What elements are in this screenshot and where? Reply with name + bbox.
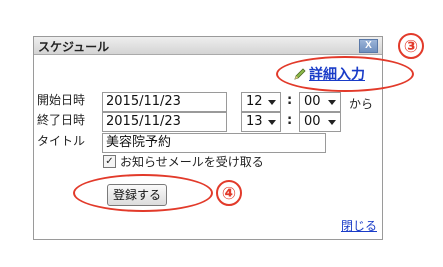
title-input[interactable]: 美容院予約 [102, 133, 326, 153]
start-hour-select[interactable]: 12 [241, 92, 281, 112]
time-separator: : [287, 93, 293, 108]
time-separator: : [287, 113, 293, 128]
notify-label: お知らせメールを受け取る [120, 155, 264, 169]
annotation-ellipse-register [73, 174, 213, 212]
close-link[interactable]: 閉じる [341, 217, 377, 234]
dialog-titlebar: スケジュール X [34, 37, 382, 55]
notify-checkbox[interactable]: ✓ [103, 155, 116, 168]
end-hour-select[interactable]: 13 [241, 112, 281, 132]
start-date-input[interactable]: 2015/11/23 [102, 92, 227, 112]
end-hour-value: 13 [246, 114, 263, 129]
from-text: から [349, 97, 374, 111]
close-icon[interactable]: X [359, 39, 378, 53]
chevron-down-icon [328, 120, 336, 125]
annotation-marker-3: ③ [398, 33, 424, 59]
annotation-ellipse-detail [276, 56, 414, 92]
dialog-title: スケジュール [38, 40, 110, 54]
chevron-down-icon [268, 100, 276, 105]
annotation-marker-4: ④ [216, 180, 242, 206]
start-minute-select[interactable]: 00 [299, 92, 341, 112]
end-date-input[interactable]: 2015/11/23 [102, 112, 227, 132]
chevron-down-icon [328, 100, 336, 105]
title-label: タイトル [37, 134, 86, 148]
start-hour-value: 12 [246, 94, 263, 109]
start-datetime-label: 開始日時 [37, 93, 86, 107]
end-datetime-label: 終了日時 [37, 113, 86, 127]
end-minute-value: 00 [304, 114, 321, 129]
end-minute-select[interactable]: 00 [299, 112, 341, 132]
chevron-down-icon [268, 120, 276, 125]
start-minute-value: 00 [304, 94, 321, 109]
